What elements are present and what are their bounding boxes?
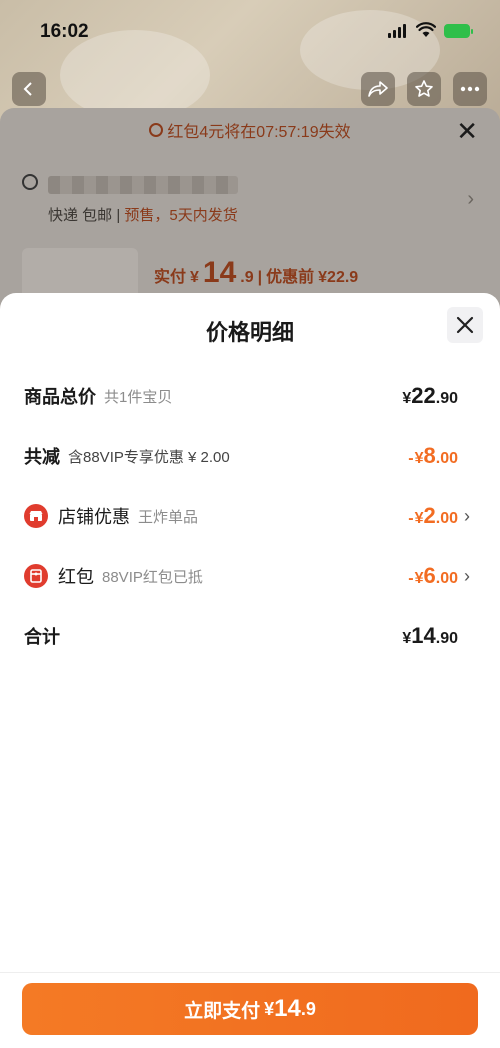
row-label: 商品总价: [24, 387, 96, 407]
share-icon: [368, 81, 388, 97]
amount-currency: ¥: [414, 450, 424, 467]
coupon-expiry-text: 红包4元将在07:57:19失效: [167, 124, 351, 141]
original-price: ¥22.9: [318, 269, 359, 286]
price-int: 14: [202, 256, 237, 289]
coupon-expiry-notice: 红包4元将在07:57:19失效: [0, 108, 500, 152]
wifi-icon: [416, 22, 436, 37]
chevron-right-icon: ›: [464, 505, 470, 526]
pay-button-label: 立即支付: [184, 1000, 261, 1022]
pay-button-currency: ¥: [264, 998, 275, 1019]
back-button[interactable]: [12, 72, 46, 106]
price-currency: ¥: [190, 269, 199, 286]
clock-icon: [149, 123, 164, 137]
amount-dec: .90: [435, 390, 458, 407]
more-dots-icon: [460, 86, 480, 92]
price-dec: .9: [240, 269, 254, 286]
chevron-right-icon: ›: [464, 565, 470, 586]
pay-now-button[interactable]: 立即支付 ¥14.9: [22, 983, 478, 1035]
red-envelope-icon: [24, 564, 48, 588]
row-sub: 88VIP红包已抵: [102, 568, 203, 586]
amount-int: 14: [411, 623, 436, 648]
battery-icon: [444, 24, 473, 38]
shop-icon: [24, 504, 48, 528]
row-label: 红包: [58, 567, 94, 587]
price-detail-sheet: 价格明细 商品总价 共1件宝贝 ¥22.90 共减 含88VIP专享优惠 ¥ 2…: [0, 293, 500, 1048]
row-goods-total: 商品总价 共1件宝贝 ¥22.90: [24, 381, 476, 411]
more-button[interactable]: [453, 72, 487, 106]
notice-close-icon[interactable]: ✕: [456, 116, 478, 147]
row-amount: - ¥8.00: [408, 443, 458, 469]
amount-currency: ¥: [402, 390, 412, 407]
row-amount: - ¥2.00: [408, 503, 458, 529]
row-label: 共减: [24, 447, 60, 467]
amount-dec: .00: [435, 450, 458, 467]
row-label: 店铺优惠: [58, 507, 130, 527]
original-label: 优惠前: [266, 269, 315, 286]
signal-icon: [388, 24, 406, 38]
amount-int: 8: [423, 443, 436, 468]
row-red-envelope[interactable]: 红包 88VIP红包已抵 - ¥6.00 ›: [24, 561, 476, 591]
share-button[interactable]: [361, 72, 395, 106]
status-time: 16:02: [40, 21, 89, 42]
amount-int: 22: [411, 383, 436, 408]
address-blurred: [48, 176, 238, 194]
pay-button-int: 14: [274, 995, 301, 1022]
row-sub: 共1件宝贝: [104, 388, 173, 406]
amount-currency: ¥: [414, 510, 424, 527]
row-total-discount: 共减 含88VIP专享优惠 ¥ 2.00 - ¥8.00: [24, 441, 476, 471]
star-icon: [415, 80, 433, 97]
order-card-background: 红包4元将在07:57:19失效 ✕ 快递 包邮 | 预售，5天内发货 › 实付…: [0, 108, 500, 308]
pay-button-dec: .9: [300, 998, 316, 1019]
row-sub: 含88VIP专享优惠 ¥ 2.00: [68, 448, 230, 466]
amount-sign: -: [408, 570, 414, 587]
favorite-button[interactable]: [407, 72, 441, 106]
sheet-title: 价格明细: [205, 320, 294, 345]
shipping-note: 预售，5天内发货: [124, 207, 238, 224]
shipping-method: 快递 包邮: [48, 207, 113, 224]
row-grand-total: 合计 ¥14.90: [24, 621, 476, 651]
amount-currency: ¥: [414, 570, 424, 587]
row-amount: ¥14.90: [402, 623, 458, 649]
sheet-close-button[interactable]: [447, 307, 483, 343]
amount-int: 6: [423, 563, 436, 588]
row-label: 合计: [24, 627, 60, 647]
amount-dec: .90: [435, 630, 458, 647]
amount-sign: -: [408, 510, 414, 527]
close-icon: [456, 316, 474, 334]
amount-currency: ¥: [402, 630, 412, 647]
row-sub: 王炸单品: [138, 508, 199, 526]
price-label: 实付: [154, 269, 187, 286]
row-shop-discount[interactable]: 店铺优惠 王炸单品 - ¥2.00 ›: [24, 501, 476, 531]
location-icon: [22, 174, 38, 190]
row-amount: ¥22.90: [402, 383, 458, 409]
background-price: 实付 ¥ 14.9 | 优惠前 ¥22.9: [154, 256, 359, 289]
chevron-right-icon: ›: [467, 188, 474, 210]
chevron-left-icon: [23, 82, 32, 96]
shipping-info: 快递 包邮 | 预售，5天内发货: [48, 207, 238, 224]
status-bar: 16:02: [0, 0, 500, 60]
amount-sign: -: [408, 450, 414, 467]
bottom-bar: 立即支付 ¥14.9: [0, 972, 500, 1048]
amount-dec: .00: [435, 510, 458, 527]
amount-int: 2: [423, 503, 436, 528]
row-amount: - ¥6.00: [408, 563, 458, 589]
amount-dec: .00: [435, 570, 458, 587]
